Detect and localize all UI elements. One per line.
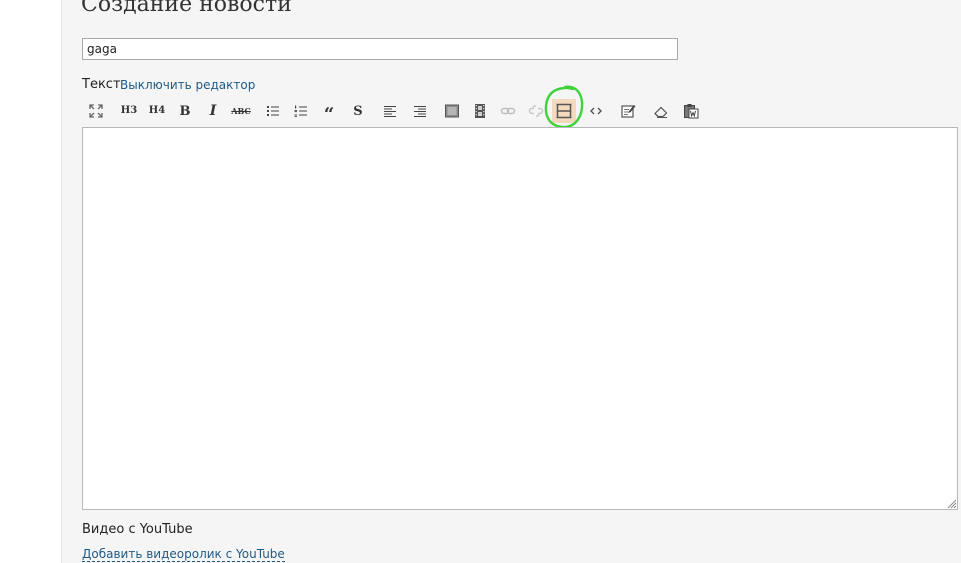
align-right-button[interactable]: [408, 99, 432, 123]
code-icon: [588, 103, 604, 119]
numbered-list-button[interactable]: [289, 99, 313, 123]
bulleted-list-icon: [265, 103, 281, 119]
bold-button[interactable]: B: [173, 99, 197, 123]
fullscreen-icon: [88, 103, 104, 119]
strikethrough-button[interactable]: ABC: [229, 99, 253, 123]
spoiler-button[interactable]: S: [346, 99, 370, 123]
unlink-icon: [528, 103, 544, 119]
youtube-video-label: Видео с YouTube: [82, 522, 193, 537]
bold-icon: B: [179, 103, 191, 119]
heading-3-button[interactable]: H3: [117, 99, 141, 123]
edit-source-icon: [620, 103, 636, 119]
bulleted-list-button[interactable]: [261, 99, 285, 123]
quote-icon: “: [323, 103, 335, 125]
unlink-button[interactable]: [524, 99, 548, 123]
align-left-icon: [382, 103, 398, 119]
quote-button[interactable]: “: [317, 99, 341, 123]
heading-3-icon: H3: [120, 105, 138, 116]
align-right-icon: [412, 103, 428, 119]
toggle-editor-link[interactable]: Выключить редактор: [120, 78, 255, 92]
heading-4-icon: H4: [148, 105, 166, 116]
align-left-button[interactable]: [378, 99, 402, 123]
clear-format-button[interactable]: [649, 99, 673, 123]
italic-button[interactable]: I: [201, 99, 225, 123]
code-button[interactable]: [584, 99, 608, 123]
news-title-input[interactable]: [82, 38, 678, 60]
insert-image-button[interactable]: [440, 99, 464, 123]
image-icon: [444, 103, 460, 119]
italic-icon: I: [209, 103, 217, 119]
strikethrough-icon: ABC: [231, 106, 251, 116]
paste-from-word-icon: [683, 103, 699, 119]
video-icon: [472, 103, 488, 119]
spoiler-icon: S: [353, 103, 363, 119]
news-text-editor[interactable]: [82, 127, 958, 510]
edit-source-button[interactable]: [616, 99, 640, 123]
insert-video-button[interactable]: [468, 99, 492, 123]
fullscreen-button[interactable]: [84, 99, 108, 123]
editor-toolbar: H3 H4 B I ABC “ S: [84, 99, 724, 123]
text-label: Текст: [82, 77, 121, 92]
add-youtube-video-link[interactable]: Добавить видеоролик с YouTube: [82, 547, 285, 562]
link-icon: [500, 103, 516, 119]
horizontal-rule-button[interactable]: [552, 99, 576, 123]
numbered-list-icon: [293, 103, 309, 119]
page-title: Создание новости: [81, 0, 292, 17]
eraser-icon: [653, 103, 669, 119]
horizontal-rule-icon: [555, 102, 573, 120]
paste-from-word-button[interactable]: [679, 99, 703, 123]
insert-link-button[interactable]: [496, 99, 520, 123]
heading-4-button[interactable]: H4: [145, 99, 169, 123]
left-gutter: [0, 0, 61, 563]
